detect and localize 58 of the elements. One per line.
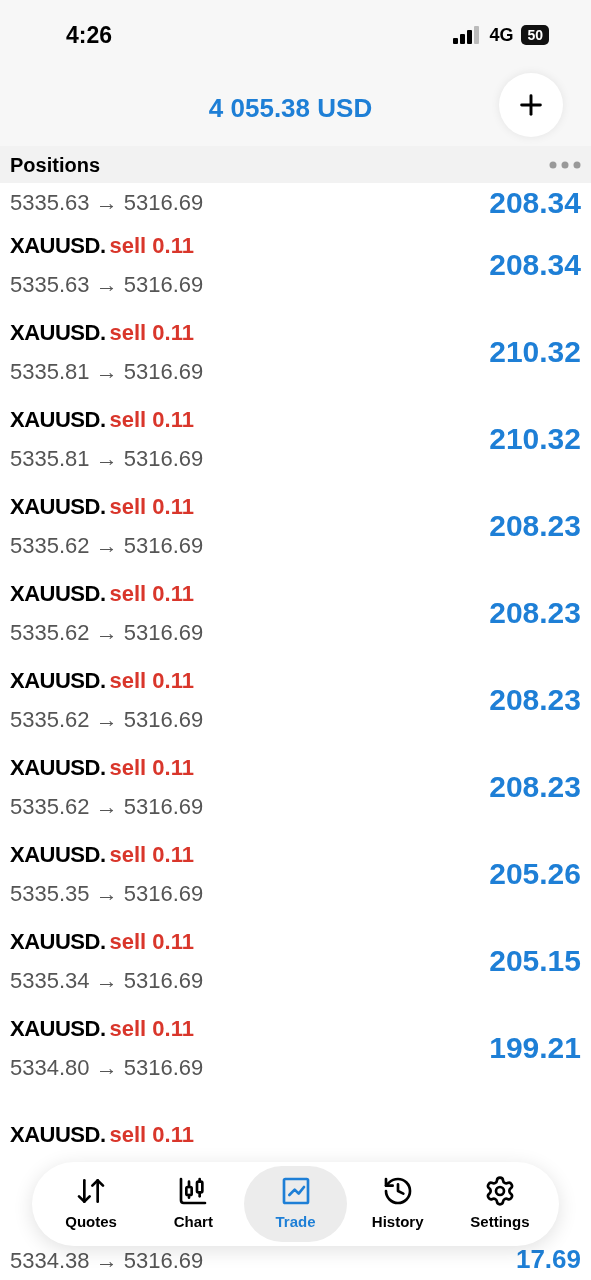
order-side: sell 0.11 (109, 405, 194, 434)
price-range: 5335.35 → 5316.69 (10, 879, 204, 908)
tab[interactable]: Quotes (40, 1166, 143, 1242)
signal-icon (453, 26, 482, 44)
symbol-name: XAUUSD. (10, 231, 106, 260)
price-range: 5335.62 → 5316.69 (10, 531, 204, 560)
order-side: sell 0.11 (109, 1121, 194, 1149)
symbol-name: XAUUSD. (10, 1014, 106, 1043)
price-range: 5335.63 → 5316.69 (10, 270, 204, 299)
position-profit: 205.15 (489, 943, 581, 979)
order-side: sell 0.11 (109, 666, 194, 695)
order-side: sell 0.11 (109, 927, 194, 956)
battery-indicator: 50 (521, 25, 549, 45)
symbol-name: XAUUSD. (10, 1121, 106, 1149)
position-profit: 208.34 (489, 184, 581, 221)
price-range: 5335.62 → 5316.69 (10, 705, 204, 734)
position-profit: 208.23 (489, 769, 581, 805)
position-profit: 205.26 (489, 856, 581, 892)
price-range: 5335.63 → 5316.69 (10, 188, 204, 217)
tab[interactable]: Chart (142, 1166, 245, 1242)
order-side: sell 0.11 (109, 753, 194, 782)
order-side: sell 0.11 (109, 318, 194, 347)
symbol-name: XAUUSD. (10, 666, 106, 695)
position-profit: 210.32 (489, 421, 581, 457)
price-range: 5334.80 → 5316.69 (10, 1053, 204, 1082)
symbol-name: XAUUSD. (10, 753, 106, 782)
position-profit: 208.23 (489, 682, 581, 718)
section-title: Positions (10, 152, 100, 178)
position-profit: 208.23 (489, 508, 581, 544)
position-profit: 17.69 (515, 1246, 581, 1272)
symbol-name: XAUUSD. (10, 405, 106, 434)
order-side: sell 0.11 (109, 840, 194, 869)
symbol-name: XAUUSD. (10, 492, 106, 521)
symbol-name: XAUUSD. (10, 927, 106, 956)
symbol-name: XAUUSD. (10, 840, 106, 869)
order-side: sell 0.11 (109, 579, 194, 608)
price-range: 5335.81 → 5316.69 (10, 444, 204, 473)
position-profit: 199.21 (489, 1030, 581, 1066)
order-side: sell 0.11 (109, 231, 194, 260)
position-profit: 208.23 (489, 595, 581, 631)
tab[interactable]: Settings (448, 1166, 551, 1242)
symbol-name: XAUUSD. (10, 579, 106, 608)
symbol-name: XAUUSD. (10, 318, 106, 347)
order-side: sell 0.11 (109, 492, 194, 521)
position-profit: 208.34 (489, 247, 581, 283)
price-range: 5335.62 → 5316.69 (10, 792, 204, 821)
status-time: 4:26 (66, 20, 113, 50)
price-range: 5334.38 → 5316.69 (10, 1250, 204, 1272)
tab[interactable]: History (346, 1166, 449, 1242)
position-profit: 210.32 (489, 334, 581, 370)
price-range: 5335.81 → 5316.69 (10, 357, 204, 386)
network-label: 4G (489, 23, 514, 47)
tab[interactable]: Trade (244, 1166, 347, 1242)
price-range: 5335.62 → 5316.69 (10, 618, 204, 647)
order-side: sell 0.11 (109, 1014, 194, 1043)
more-icon[interactable] (549, 160, 581, 169)
account-balance: 4 055.38 USD (208, 91, 373, 125)
price-range: 5335.34 → 5316.69 (10, 966, 204, 995)
